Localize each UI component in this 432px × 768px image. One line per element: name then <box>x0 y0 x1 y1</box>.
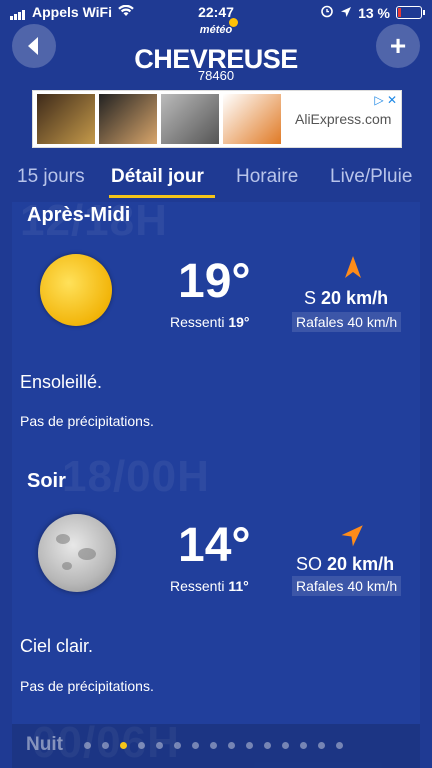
page-dot[interactable] <box>174 742 181 749</box>
page-dot[interactable] <box>210 742 217 749</box>
ad-choices-icon[interactable]: ▷ ✕ <box>374 93 397 107</box>
sun-icon <box>40 254 112 326</box>
ad-image <box>223 94 281 144</box>
temperature: 19° <box>178 255 251 308</box>
page-dot[interactable] <box>102 742 109 749</box>
wind-speed: 20 km/h <box>321 288 389 308</box>
precipitation-info: Pas de précipitations. <box>20 413 154 429</box>
page-dot[interactable] <box>84 742 91 749</box>
weather-description: Ensoleillé. <box>20 372 103 392</box>
page-dot[interactable] <box>246 742 253 749</box>
wind-info: S 20 km/h <box>304 288 388 309</box>
felt-temperature: Ressenti 19° <box>170 314 250 330</box>
page-dot[interactable] <box>336 742 343 749</box>
wind-direction: SO <box>296 554 323 574</box>
page-dot[interactable] <box>156 742 163 749</box>
felt-label: Ressenti <box>170 578 225 594</box>
ad-image <box>37 94 95 144</box>
battery-percent: 13 % <box>358 4 390 21</box>
felt-value: 11° <box>228 578 249 594</box>
tab-15-jours[interactable]: 15 jours <box>17 166 85 188</box>
tab-bar: 15 jours Détail jour Horaire Live/Pluie <box>0 158 432 198</box>
page-dot[interactable] <box>228 742 235 749</box>
moon-icon <box>38 514 116 592</box>
ad-image <box>161 94 219 144</box>
page-dot[interactable] <box>138 742 145 749</box>
battery-icon <box>396 6 425 19</box>
meteo-logo: météo <box>192 18 240 42</box>
forecast-panel[interactable]: 12/18H Après-Midi 19° Ressenti 19° S 20 … <box>12 202 420 768</box>
postcode: 78460 <box>197 68 235 83</box>
page-dot[interactable] <box>264 742 271 749</box>
temperature: 14° <box>178 519 251 572</box>
alarm-icon <box>320 4 334 21</box>
wind-info: SO 20 km/h <box>296 554 394 575</box>
plus-icon: + <box>389 30 407 61</box>
wind-gusts: Rafales 40 km/h <box>292 576 402 596</box>
wind-arrow-icon <box>341 525 363 547</box>
felt-temperature: Ressenti 11° <box>170 578 249 594</box>
logo-sun-icon <box>229 18 238 27</box>
page-dot[interactable] <box>192 742 199 749</box>
logo-text: météo <box>199 24 233 36</box>
weather-description: Ciel clair. <box>20 636 94 656</box>
active-tab-indicator <box>109 195 215 198</box>
period-title: Nuit <box>26 734 63 755</box>
status-right: 13 % <box>320 4 425 21</box>
tab-detail-jour[interactable]: Détail jour <box>111 166 204 188</box>
felt-label: Ressenti <box>170 314 225 330</box>
wind-gusts: Rafales 40 km/h <box>292 312 402 332</box>
ad-image <box>99 94 157 144</box>
add-city-button[interactable]: + <box>376 24 420 68</box>
page-dot[interactable] <box>318 742 325 749</box>
page-dot[interactable] <box>120 742 127 749</box>
ad-text: AliExpress.com <box>295 111 392 127</box>
tab-live-pluie[interactable]: Live/Pluie <box>330 166 412 188</box>
precipitation-info: Pas de précipitations. <box>20 678 154 694</box>
period-title: Après-Midi <box>27 204 131 226</box>
period-title: Soir <box>27 470 66 492</box>
location-icon <box>340 5 352 21</box>
felt-value: 19° <box>228 314 250 330</box>
period-pager[interactable]: Nuit <box>12 724 420 768</box>
ad-banner[interactable]: AliExpress.com ▷ ✕ <box>32 90 402 148</box>
wind-speed: 20 km/h <box>327 554 395 574</box>
wind-direction: S <box>304 288 317 308</box>
page-dot[interactable] <box>300 742 307 749</box>
tab-horaire[interactable]: Horaire <box>236 166 298 188</box>
status-bar: Appels WiFi 22:47 13 % <box>0 0 432 24</box>
wind-arrow-icon <box>345 256 361 278</box>
page-dot[interactable] <box>282 742 289 749</box>
period-time-watermark: 18/00H <box>62 452 210 501</box>
